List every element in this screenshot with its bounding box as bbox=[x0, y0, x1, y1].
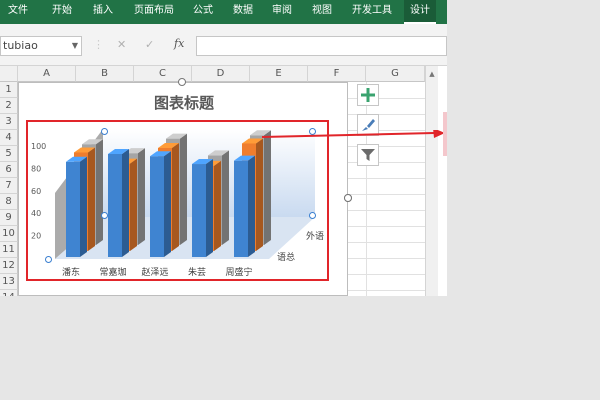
plot-area-selection bbox=[26, 120, 329, 281]
row-header-14[interactable]: 14 bbox=[0, 290, 18, 296]
column-header-g[interactable]: G bbox=[366, 66, 425, 82]
column-header-d[interactable]: D bbox=[192, 66, 250, 82]
tab-data[interactable]: 数据 bbox=[231, 0, 255, 24]
plot-area-handle[interactable] bbox=[309, 212, 316, 219]
name-box[interactable]: tubiao ▼ bbox=[0, 36, 82, 56]
formula-bar: tubiao ▼ ⋮ ✕ ✓ fx bbox=[0, 24, 447, 66]
tab-design[interactable]: 设计 bbox=[404, 0, 436, 24]
enter-check-icon[interactable]: ✓ bbox=[145, 38, 154, 51]
tab-file[interactable]: 文件 bbox=[6, 0, 30, 24]
separator-dots-icon: ⋮ bbox=[93, 38, 104, 51]
tab-formulas[interactable]: 公式 bbox=[191, 0, 215, 24]
plus-icon bbox=[361, 88, 375, 102]
tab-page-layout[interactable]: 页面布局 bbox=[132, 0, 176, 24]
row-header-10[interactable]: 10 bbox=[0, 226, 18, 242]
chart-object[interactable]: 图表标题 20 40 60 80 100 潘东 常嘉珈 赵泽远 朱芸 周盛宁 语总 外语 bbox=[18, 82, 348, 296]
excel-window: 文件 开始 插入 页面布局 公式 数据 审阅 视图 开发工具 设计 tubiao… bbox=[0, 0, 447, 296]
row-header-11[interactable]: 11 bbox=[0, 242, 18, 258]
tab-review[interactable]: 审阅 bbox=[270, 0, 294, 24]
chart-filters-button[interactable] bbox=[357, 144, 379, 166]
row-header-6[interactable]: 6 bbox=[0, 162, 18, 178]
chart-elements-button[interactable] bbox=[357, 84, 379, 106]
plot-area-handle[interactable] bbox=[45, 256, 52, 263]
row-header-9[interactable]: 9 bbox=[0, 210, 18, 226]
side-panel-edge bbox=[443, 112, 447, 156]
column-header-e[interactable]: E bbox=[250, 66, 308, 82]
screen: 文件 开始 插入 页面布局 公式 数据 审阅 视图 开发工具 设计 tubiao… bbox=[0, 0, 600, 400]
column-header-f[interactable]: F bbox=[308, 66, 366, 82]
row-header-4[interactable]: 4 bbox=[0, 130, 18, 146]
vertical-scrollbar[interactable]: ▲ bbox=[425, 66, 438, 296]
scroll-up-icon[interactable]: ▲ bbox=[426, 68, 438, 80]
row-header-12[interactable]: 12 bbox=[0, 258, 18, 274]
insert-function-icon[interactable]: fx bbox=[174, 37, 184, 50]
plot-area-handle[interactable] bbox=[101, 128, 108, 135]
filter-icon bbox=[361, 149, 375, 161]
row-header-5[interactable]: 5 bbox=[0, 146, 18, 162]
name-box-value: tubiao bbox=[3, 39, 38, 52]
chart-resize-handle[interactable] bbox=[344, 194, 352, 202]
row-header-13[interactable]: 13 bbox=[0, 274, 18, 290]
chart-resize-handle[interactable] bbox=[178, 78, 186, 86]
ribbon-tabs: 文件 开始 插入 页面布局 公式 数据 审阅 视图 开发工具 设计 bbox=[0, 0, 447, 24]
row-header-1[interactable]: 1 bbox=[0, 82, 18, 98]
formula-input[interactable] bbox=[196, 36, 447, 56]
tab-developer[interactable]: 开发工具 bbox=[350, 0, 394, 24]
annotation-arrow bbox=[262, 130, 445, 138]
row-header-7[interactable]: 7 bbox=[0, 178, 18, 194]
tab-home[interactable]: 开始 bbox=[50, 0, 74, 24]
row-header-8[interactable]: 8 bbox=[0, 194, 18, 210]
row-header-3[interactable]: 3 bbox=[0, 114, 18, 130]
tab-insert[interactable]: 插入 bbox=[91, 0, 115, 24]
select-all-corner[interactable] bbox=[0, 66, 18, 82]
plot-area-handle[interactable] bbox=[101, 212, 108, 219]
chevron-down-icon[interactable]: ▼ bbox=[72, 37, 78, 55]
tab-view[interactable]: 视图 bbox=[310, 0, 334, 24]
row-header-2[interactable]: 2 bbox=[0, 98, 18, 114]
column-header-a[interactable]: A bbox=[18, 66, 76, 82]
column-header-b[interactable]: B bbox=[76, 66, 134, 82]
cancel-icon[interactable]: ✕ bbox=[117, 38, 126, 51]
